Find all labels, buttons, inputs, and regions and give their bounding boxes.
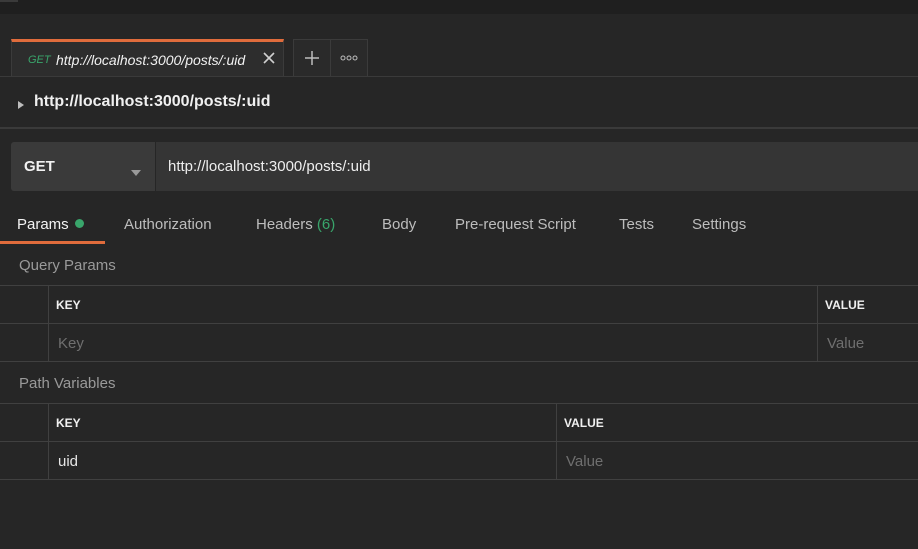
path-key-value: uid	[58, 453, 79, 470]
caret-right-icon[interactable]	[17, 97, 25, 115]
tab-body[interactable]: Body	[382, 216, 416, 233]
method-select[interactable]: GET	[11, 142, 155, 191]
path-value-input[interactable]: Value	[556, 442, 918, 480]
path-key-header-cell: KEY	[48, 404, 557, 442]
query-key-header: KEY	[56, 298, 81, 312]
query-params-table: KEY VALUE Key Value	[0, 285, 918, 364]
request-tab-bar: GET http://localhost:3000/posts/:uid	[0, 14, 918, 77]
window-top-strip	[0, 0, 918, 14]
query-params-title: Query Params	[19, 257, 116, 274]
query-key-header-cell: KEY	[48, 286, 818, 324]
request-name[interactable]: http://localhost:3000/posts/:uid	[34, 93, 270, 111]
url-input[interactable]: http://localhost:3000/posts/:uid	[156, 142, 918, 191]
query-key-placeholder: Key	[58, 335, 84, 352]
request-tab-method: GET	[28, 54, 51, 66]
url-text: http://localhost:3000/posts/:uid	[168, 158, 371, 175]
active-tab-indicator	[0, 241, 105, 244]
path-key-header: KEY	[56, 416, 81, 430]
url-bar: GET http://localhost:3000/posts/:uid	[11, 142, 918, 191]
tab-settings[interactable]: Settings	[692, 216, 746, 233]
close-icon[interactable]	[262, 51, 276, 65]
path-value-header: VALUE	[564, 416, 604, 430]
tab-prerequest-script[interactable]: Pre-request Script	[455, 216, 576, 233]
request-tab[interactable]: GET http://localhost:3000/posts/:uid	[11, 39, 284, 76]
query-params-empty-row: Key Value	[0, 324, 918, 362]
tab-options-button[interactable]	[331, 39, 368, 76]
new-tab-button[interactable]	[293, 39, 331, 76]
path-value-header-cell: VALUE	[556, 404, 918, 442]
query-value-input[interactable]: Value	[817, 324, 918, 362]
tab-params-label: Params	[17, 216, 69, 233]
headers-count: (6)	[316, 216, 336, 233]
params-active-dot-icon	[74, 219, 84, 228]
query-value-placeholder: Value	[827, 335, 865, 352]
path-variables-title: Path Variables	[19, 375, 116, 392]
method-label: GET	[24, 158, 55, 175]
query-value-header-cell: VALUE	[817, 286, 918, 324]
table-row: uid Value	[0, 442, 918, 480]
tab-headers[interactable]: Headers (6)	[256, 216, 335, 233]
tab-authorization[interactable]: Authorization	[124, 216, 212, 233]
path-variables-table: KEY VALUE uid Value	[0, 403, 918, 482]
tab-params[interactable]: Params	[17, 216, 84, 233]
chevron-down-icon	[131, 163, 141, 181]
query-params-header-row: KEY VALUE	[0, 286, 918, 324]
query-value-header: VALUE	[825, 298, 865, 312]
query-key-input[interactable]: Key	[48, 324, 818, 362]
path-value-placeholder: Value	[566, 453, 604, 470]
request-title-row: http://localhost:3000/posts/:uid	[0, 77, 918, 129]
request-tab-title: http://localhost:3000/posts/:uid	[56, 52, 246, 68]
tab-tests[interactable]: Tests	[619, 216, 654, 233]
path-variables-header-row: KEY VALUE	[0, 404, 918, 442]
top-strip-handle	[0, 0, 18, 2]
tab-headers-label: Headers	[256, 216, 313, 233]
request-subtabs: Params Authorization Headers (6) Body Pr…	[0, 204, 918, 246]
path-key-field[interactable]: uid	[48, 442, 557, 480]
